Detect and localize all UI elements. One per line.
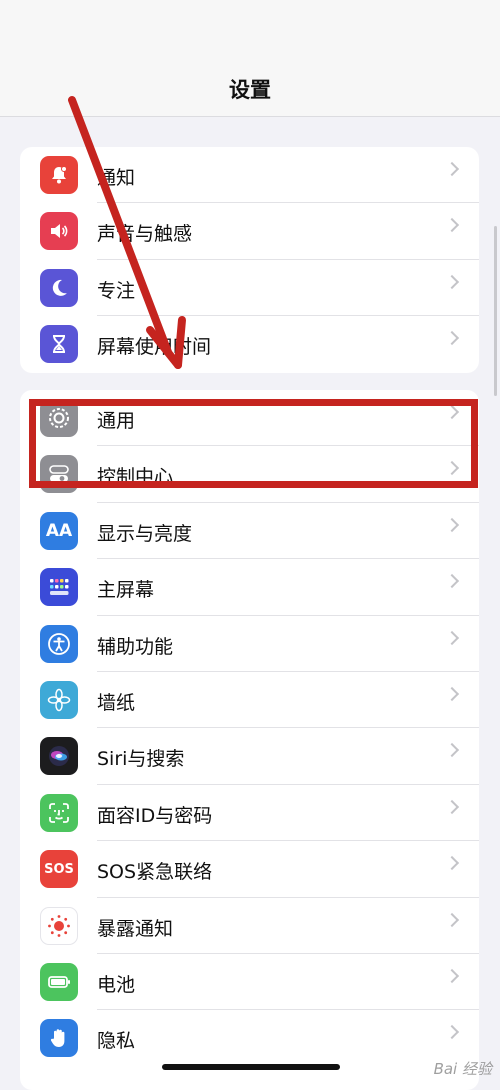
row-screen-time[interactable]: 屏幕使用时间 [20, 316, 479, 372]
row-emergency-sos[interactable]: SOS SOS紧急联络 [20, 841, 479, 898]
chevron-right-icon [444, 630, 460, 645]
scrollbar[interactable] [494, 226, 497, 396]
row-display[interactable]: AA 显示与亮度 [20, 503, 479, 560]
grid-icon [40, 568, 78, 607]
row-privacy[interactable]: 隐私 [20, 1010, 479, 1066]
row-label: 隐私 [97, 1030, 136, 1053]
speaker-icon [40, 212, 78, 251]
settings-group-2: 通用 控制中心 AA 显示与亮度 主屏幕 辅助功能 墙纸 Siri与搜索 面容I… [20, 390, 479, 1090]
row-label: 屏幕使用时间 [97, 336, 212, 359]
row-label: 通知 [97, 167, 136, 189]
row-label: 暴露通知 [97, 917, 174, 940]
row-label: 主屏幕 [97, 579, 155, 602]
sos-icon: SOS [40, 850, 78, 889]
watermark: Bai 经验 [433, 1060, 492, 1078]
row-battery[interactable]: 电池 [20, 954, 479, 1011]
chevron-right-icon [444, 1025, 460, 1040]
chevron-right-icon [444, 331, 460, 346]
hand-icon [40, 1019, 78, 1058]
faceid-icon [40, 793, 78, 832]
row-label: 辅助功能 [97, 635, 174, 658]
aa-icon: AA [40, 511, 78, 550]
chevron-right-icon [444, 856, 460, 871]
row-label: SOS紧急联络 [97, 861, 213, 884]
row-focus[interactable]: 专注 [20, 260, 479, 317]
row-label: 墙纸 [97, 691, 136, 714]
row-label: Siri与搜索 [97, 748, 185, 771]
settings-group-1: 通知 声音与触感 专注 屏幕使用时间 [20, 147, 479, 373]
chevron-right-icon [444, 912, 460, 927]
row-face-id[interactable]: 面容ID与密码 [20, 785, 479, 842]
flower-icon [40, 680, 78, 719]
row-label: 专注 [97, 279, 136, 302]
chevron-right-icon [444, 218, 460, 233]
exposure-icon [40, 906, 78, 945]
row-label: 面容ID与密码 [97, 804, 213, 827]
row-notifications[interactable]: 通知 [20, 147, 479, 204]
chevron-right-icon [444, 274, 460, 289]
bell-icon [40, 156, 78, 194]
moon-icon [40, 268, 78, 307]
battery-icon [40, 962, 78, 1001]
row-siri[interactable]: Siri与搜索 [20, 728, 479, 785]
row-label: 显示与亮度 [97, 522, 193, 545]
row-label: 声音与触感 [97, 223, 193, 246]
hourglass-icon [40, 325, 78, 364]
accessibility-icon [40, 624, 78, 663]
chevron-right-icon [444, 517, 460, 532]
nav-bar: 设置 [0, 0, 500, 117]
chevron-right-icon [444, 161, 460, 177]
row-home-screen[interactable]: 主屏幕 [20, 559, 479, 616]
row-accessibility[interactable]: 辅助功能 [20, 616, 479, 672]
row-wallpaper[interactable]: 墙纸 [20, 672, 479, 729]
home-indicator[interactable] [162, 1064, 340, 1070]
chevron-right-icon [444, 743, 460, 758]
row-sounds[interactable]: 声音与触感 [20, 203, 479, 260]
highlight-box [29, 399, 478, 488]
chevron-right-icon [444, 686, 460, 702]
siri-icon [40, 737, 78, 776]
chevron-right-icon [444, 799, 460, 814]
chevron-right-icon [444, 968, 460, 983]
page-title: 设置 [229, 78, 271, 102]
row-label: 电池 [97, 973, 136, 996]
row-exposure-notifications[interactable]: 暴露通知 [20, 898, 479, 954]
chevron-right-icon [444, 574, 460, 589]
